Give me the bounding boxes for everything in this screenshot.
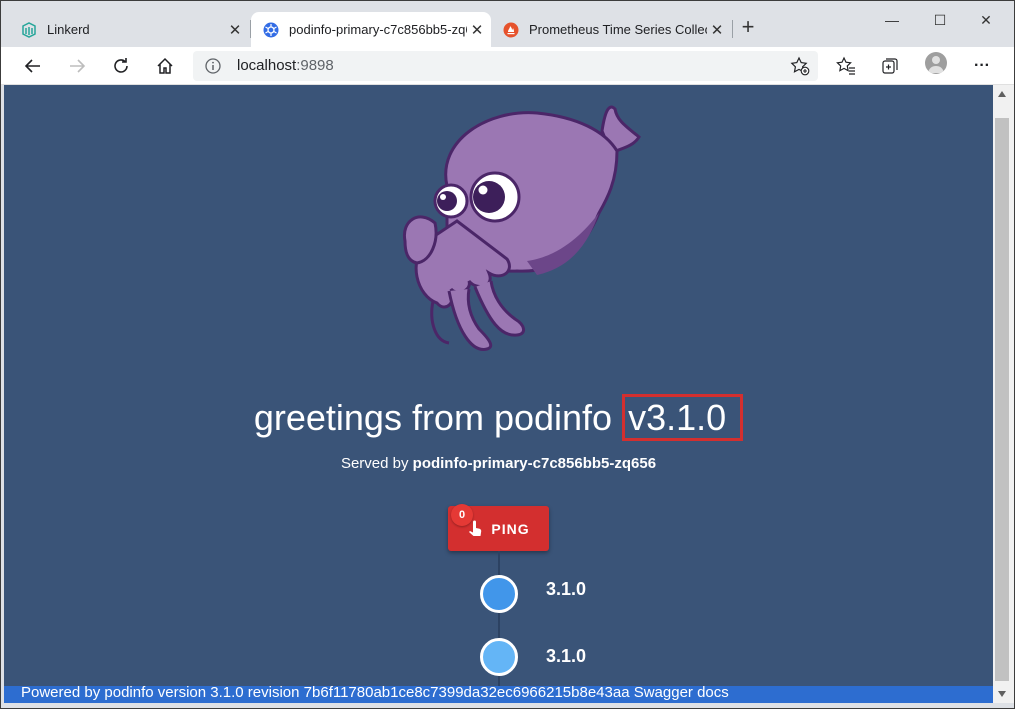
scrollbar-thumb[interactable] xyxy=(995,118,1009,681)
refresh-icon xyxy=(114,58,128,73)
timeline-dot-2 xyxy=(480,638,518,676)
tab-title: Prometheus Time Series Collection xyxy=(529,22,707,37)
tab-prometheus[interactable]: Prometheus Time Series Collection ✕ xyxy=(491,12,731,47)
favorites-icon xyxy=(836,56,855,75)
version-highlight: v3.1.0 xyxy=(622,394,744,441)
timeline-version-2: 3.1.0 xyxy=(546,646,587,666)
scroll-up-icon[interactable] xyxy=(998,91,1006,97)
tab-separator xyxy=(732,20,733,38)
served-by-host: podinfo-primary-c7c856bb5-zq656 xyxy=(412,455,657,472)
tab-linkerd[interactable]: Linkerd ✕ xyxy=(9,12,249,47)
home-button[interactable] xyxy=(150,51,180,81)
served-by-label: Served by xyxy=(340,455,409,472)
avatar[interactable] xyxy=(925,52,947,74)
collections-icon xyxy=(882,58,898,74)
ping-label: PING xyxy=(491,520,530,537)
maximize-button[interactable]: ☐ xyxy=(917,7,963,33)
tab-title: podinfo-primary-c7c856bb5-zq656 xyxy=(289,22,467,37)
home-icon xyxy=(157,57,173,74)
podinfo-page: greetings from podinfo v3.1.0 Served by … xyxy=(4,85,993,703)
close-icon[interactable]: ✕ xyxy=(707,20,727,40)
greeting-text: greetings from podinfo xyxy=(253,397,613,438)
close-icon[interactable]: ✕ xyxy=(225,20,245,40)
favorites-button[interactable] xyxy=(831,51,861,81)
settings-menu-button[interactable]: ··· xyxy=(967,51,997,81)
scroll-down-icon[interactable] xyxy=(998,691,1006,697)
timeline-dot-1 xyxy=(480,575,518,613)
add-favorite-icon[interactable] xyxy=(790,56,810,76)
close-icon[interactable]: ✕ xyxy=(467,20,487,40)
linkerd-icon xyxy=(21,21,37,38)
minimize-button[interactable]: — xyxy=(869,7,915,33)
new-tab-button[interactable]: + xyxy=(735,15,761,41)
url-text[interactable]: localhost:9898 xyxy=(237,57,334,74)
tab-title: Linkerd xyxy=(47,22,90,37)
tab-podinfo[interactable]: podinfo-primary-c7c856bb5-zq656 ✕ xyxy=(251,12,491,47)
profile-icon xyxy=(928,56,944,73)
ping-count-badge: 0 xyxy=(451,504,473,526)
timeline-line xyxy=(498,551,500,703)
refresh-button[interactable] xyxy=(106,51,136,81)
page-title: greetings from podinfo v3.1.0 xyxy=(4,394,993,441)
back-arrow-icon xyxy=(24,59,40,73)
browser-window: Linkerd ✕ podinfo-primary-c7c856bb5-zq65… xyxy=(0,0,1015,709)
back-button[interactable] xyxy=(18,51,48,81)
served-by-line: Served by podinfo-primary-c7c856bb5-zq65… xyxy=(4,455,993,472)
prometheus-icon xyxy=(503,22,519,38)
vertical-scrollbar[interactable] xyxy=(993,85,1014,703)
browser-toolbar: localhost:9898 ··· xyxy=(1,47,1014,85)
close-window-button[interactable]: ✕ xyxy=(963,7,1009,33)
info-icon[interactable] xyxy=(205,58,221,74)
address-bar[interactable]: localhost:9898 xyxy=(193,51,818,81)
tab-strip: Linkerd ✕ podinfo-primary-c7c856bb5-zq65… xyxy=(1,1,1014,47)
kubernetes-icon xyxy=(263,22,279,38)
podinfo-mascot-image xyxy=(402,105,641,351)
timeline-version-1: 3.1.0 xyxy=(546,579,587,599)
collections-button[interactable] xyxy=(875,51,905,81)
forward-arrow-icon xyxy=(70,59,86,73)
footer-text[interactable]: Powered by podinfo version 3.1.0 revisio… xyxy=(21,684,729,701)
footer-bar: Powered by podinfo version 3.1.0 revisio… xyxy=(4,684,993,703)
forward-button[interactable] xyxy=(62,51,92,81)
